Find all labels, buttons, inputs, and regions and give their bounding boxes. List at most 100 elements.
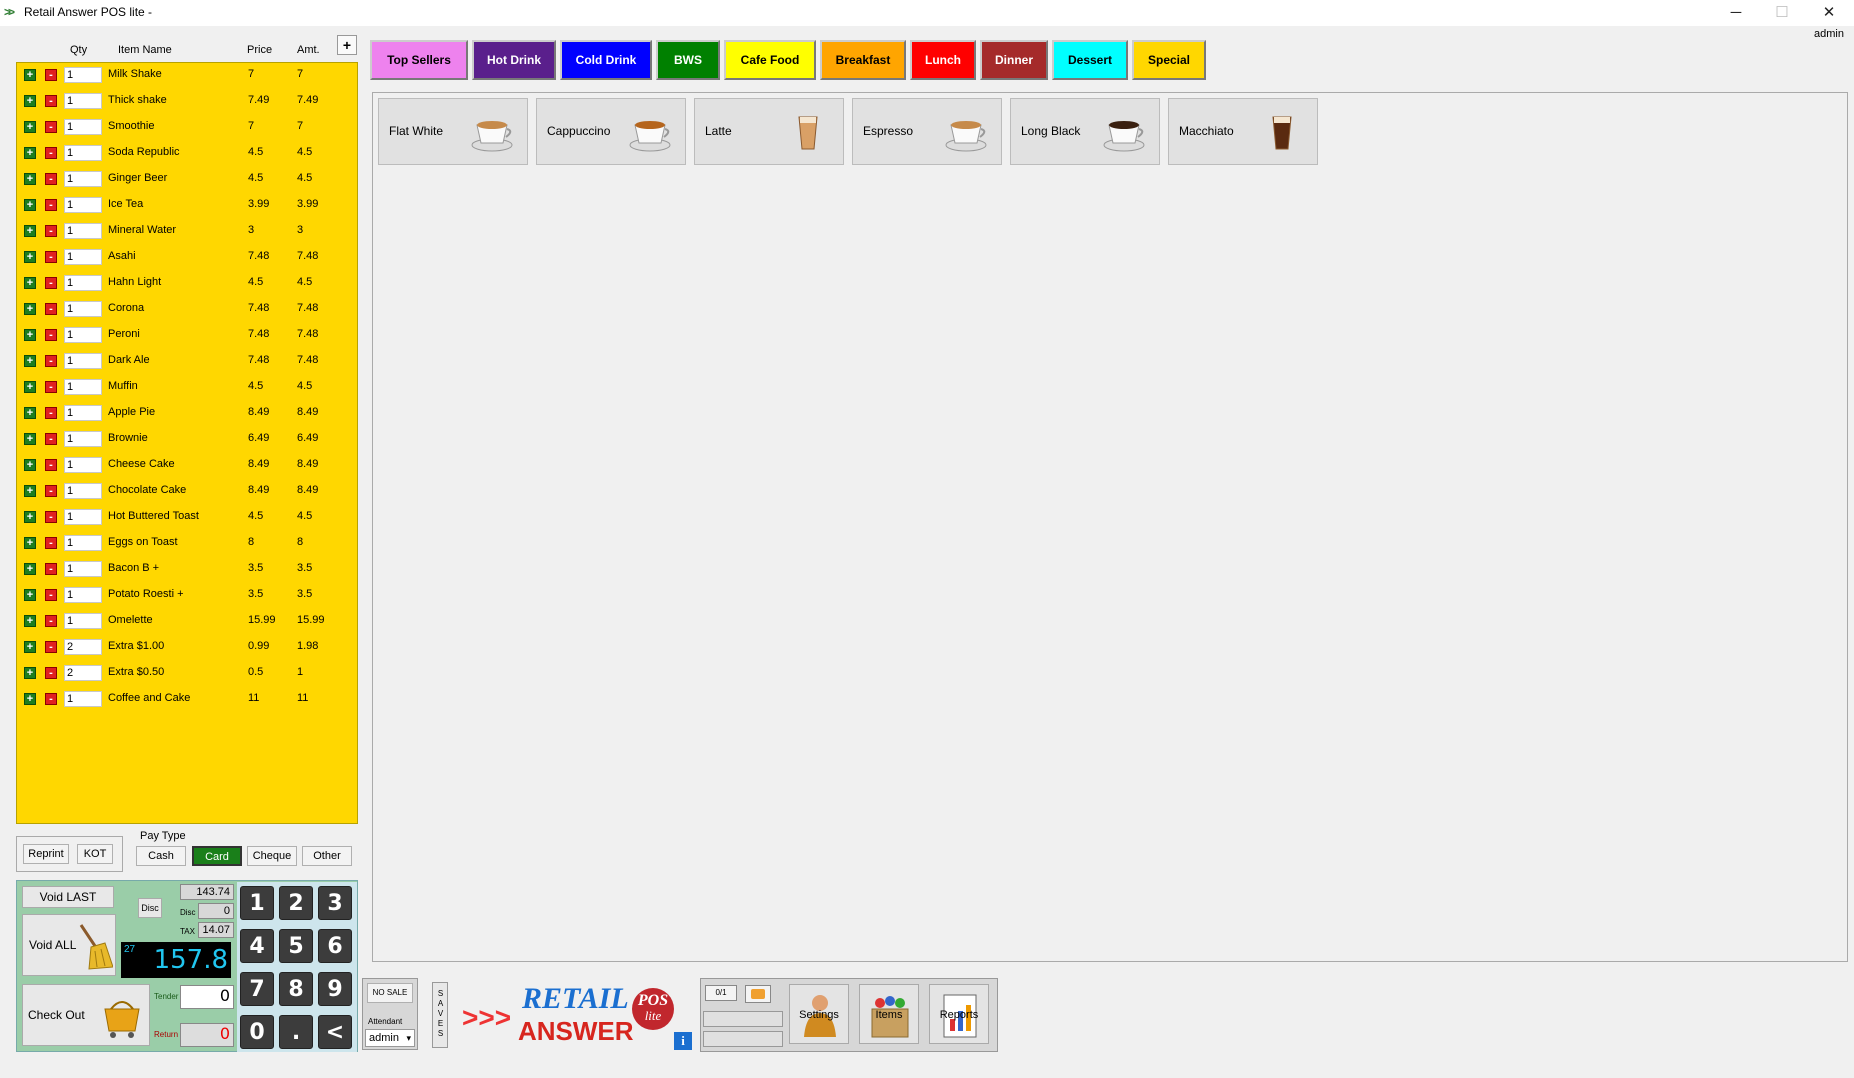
category-breakfast-button[interactable]: Breakfast bbox=[820, 40, 906, 80]
items-button[interactable]: Items bbox=[859, 984, 919, 1044]
increase-qty-button[interactable]: + bbox=[24, 589, 36, 601]
increase-qty-button[interactable]: + bbox=[24, 615, 36, 627]
qty-field[interactable]: 1 bbox=[64, 587, 102, 603]
saves-button[interactable]: SAVES bbox=[432, 982, 448, 1048]
decrease-qty-button[interactable]: - bbox=[45, 277, 57, 289]
category-cold-drink-button[interactable]: Cold Drink bbox=[560, 40, 652, 80]
decrease-qty-button[interactable]: - bbox=[45, 329, 57, 341]
decrease-qty-button[interactable]: - bbox=[45, 121, 57, 133]
qty-field[interactable]: 1 bbox=[64, 119, 102, 135]
decrease-qty-button[interactable]: - bbox=[45, 147, 57, 159]
qty-field[interactable]: 1 bbox=[64, 509, 102, 525]
key-decimal[interactable]: . bbox=[279, 1015, 313, 1049]
decrease-qty-button[interactable]: - bbox=[45, 95, 57, 107]
void-all-button[interactable]: Void ALL bbox=[22, 914, 116, 976]
qty-field[interactable]: 1 bbox=[64, 613, 102, 629]
category-cafe-food-button[interactable]: Cafe Food bbox=[724, 40, 816, 80]
check-out-button[interactable]: Check Out bbox=[22, 984, 150, 1046]
qty-field[interactable]: 1 bbox=[64, 561, 102, 577]
key-3[interactable]: 3 bbox=[318, 886, 352, 920]
increase-qty-button[interactable]: + bbox=[24, 173, 36, 185]
decrease-qty-button[interactable]: - bbox=[45, 355, 57, 367]
attendant-select[interactable]: admin ▾ bbox=[365, 1029, 415, 1047]
decrease-qty-button[interactable]: - bbox=[45, 303, 57, 315]
maximize-button[interactable]: ☐ bbox=[1759, 0, 1805, 26]
decrease-qty-button[interactable]: - bbox=[45, 69, 57, 81]
decrease-qty-button[interactable]: - bbox=[45, 537, 57, 549]
decrease-qty-button[interactable]: - bbox=[45, 485, 57, 497]
increase-qty-button[interactable]: + bbox=[24, 433, 36, 445]
decrease-qty-button[interactable]: - bbox=[45, 641, 57, 653]
minimize-button[interactable]: ─ bbox=[1713, 0, 1759, 26]
key-7[interactable]: 7 bbox=[240, 972, 274, 1006]
increase-qty-button[interactable]: + bbox=[24, 381, 36, 393]
key-2[interactable]: 2 bbox=[279, 886, 313, 920]
pay-cheque-button[interactable]: Cheque bbox=[247, 846, 297, 866]
increase-qty-button[interactable]: + bbox=[24, 251, 36, 263]
decrease-qty-button[interactable]: - bbox=[45, 173, 57, 185]
category-dinner-button[interactable]: Dinner bbox=[980, 40, 1048, 80]
qty-field[interactable]: 1 bbox=[64, 431, 102, 447]
increase-qty-button[interactable]: + bbox=[24, 459, 36, 471]
qty-field[interactable]: 1 bbox=[64, 223, 102, 239]
qty-field[interactable]: 1 bbox=[64, 171, 102, 187]
decrease-qty-button[interactable]: - bbox=[45, 251, 57, 263]
increase-qty-button[interactable]: + bbox=[24, 147, 36, 159]
category-top-sellers-button[interactable]: Top Sellers bbox=[370, 40, 468, 80]
increase-qty-button[interactable]: + bbox=[24, 355, 36, 367]
decrease-qty-button[interactable]: - bbox=[45, 589, 57, 601]
decrease-qty-button[interactable]: - bbox=[45, 433, 57, 445]
qty-field[interactable]: 1 bbox=[64, 483, 102, 499]
pay-cash-button[interactable]: Cash bbox=[136, 846, 186, 866]
key-6[interactable]: 6 bbox=[318, 929, 352, 963]
qty-field[interactable]: 1 bbox=[64, 379, 102, 395]
qty-field[interactable]: 1 bbox=[64, 405, 102, 421]
product-espresso-button[interactable]: Espresso bbox=[852, 98, 1002, 165]
increase-qty-button[interactable]: + bbox=[24, 303, 36, 315]
pay-card-button[interactable]: Card bbox=[192, 846, 242, 866]
qty-field[interactable]: 1 bbox=[64, 457, 102, 473]
decrease-qty-button[interactable]: - bbox=[45, 407, 57, 419]
reprint-button[interactable]: Reprint bbox=[23, 844, 69, 864]
pay-other-button[interactable]: Other bbox=[302, 846, 352, 866]
increase-qty-button[interactable]: + bbox=[24, 95, 36, 107]
qty-field[interactable]: 2 bbox=[64, 639, 102, 655]
category-bws-button[interactable]: BWS bbox=[656, 40, 720, 80]
decrease-qty-button[interactable]: - bbox=[45, 459, 57, 471]
increase-qty-button[interactable]: + bbox=[24, 69, 36, 81]
increase-qty-button[interactable]: + bbox=[24, 121, 36, 133]
qty-field[interactable]: 1 bbox=[64, 535, 102, 551]
decrease-qty-button[interactable]: - bbox=[45, 199, 57, 211]
settings-button[interactable]: Settings bbox=[789, 984, 849, 1044]
key-0[interactable]: 0 bbox=[240, 1015, 274, 1049]
increase-qty-button[interactable]: + bbox=[24, 667, 36, 679]
key-9[interactable]: 9 bbox=[318, 972, 352, 1006]
increase-qty-button[interactable]: + bbox=[24, 537, 36, 549]
increase-qty-button[interactable]: + bbox=[24, 485, 36, 497]
info-button[interactable]: i bbox=[674, 1032, 692, 1050]
product-flat-white-button[interactable]: Flat White bbox=[378, 98, 528, 165]
kot-button[interactable]: KOT bbox=[77, 844, 113, 864]
decrease-qty-button[interactable]: - bbox=[45, 615, 57, 627]
increase-qty-button[interactable]: + bbox=[24, 407, 36, 419]
increase-qty-button[interactable]: + bbox=[24, 225, 36, 237]
category-dessert-button[interactable]: Dessert bbox=[1052, 40, 1128, 80]
increase-qty-button[interactable]: + bbox=[24, 563, 36, 575]
qty-field[interactable]: 1 bbox=[64, 249, 102, 265]
increase-qty-button[interactable]: + bbox=[24, 329, 36, 341]
qty-field[interactable]: 1 bbox=[64, 691, 102, 707]
category-lunch-button[interactable]: Lunch bbox=[910, 40, 976, 80]
close-button[interactable]: ✕ bbox=[1806, 0, 1852, 26]
qty-field[interactable]: 1 bbox=[64, 93, 102, 109]
key-backspace[interactable]: < bbox=[318, 1015, 352, 1049]
key-1[interactable]: 1 bbox=[240, 886, 274, 920]
product-macchiato-button[interactable]: Macchiato bbox=[1168, 98, 1318, 165]
key-5[interactable]: 5 bbox=[279, 929, 313, 963]
category-hot-drink-button[interactable]: Hot Drink bbox=[472, 40, 556, 80]
key-8[interactable]: 8 bbox=[279, 972, 313, 1006]
qty-field[interactable]: 1 bbox=[64, 301, 102, 317]
decrease-qty-button[interactable]: - bbox=[45, 225, 57, 237]
qty-field[interactable]: 1 bbox=[64, 197, 102, 213]
category-special-button[interactable]: Special bbox=[1132, 40, 1206, 80]
cash-drawer-button[interactable] bbox=[745, 985, 771, 1003]
